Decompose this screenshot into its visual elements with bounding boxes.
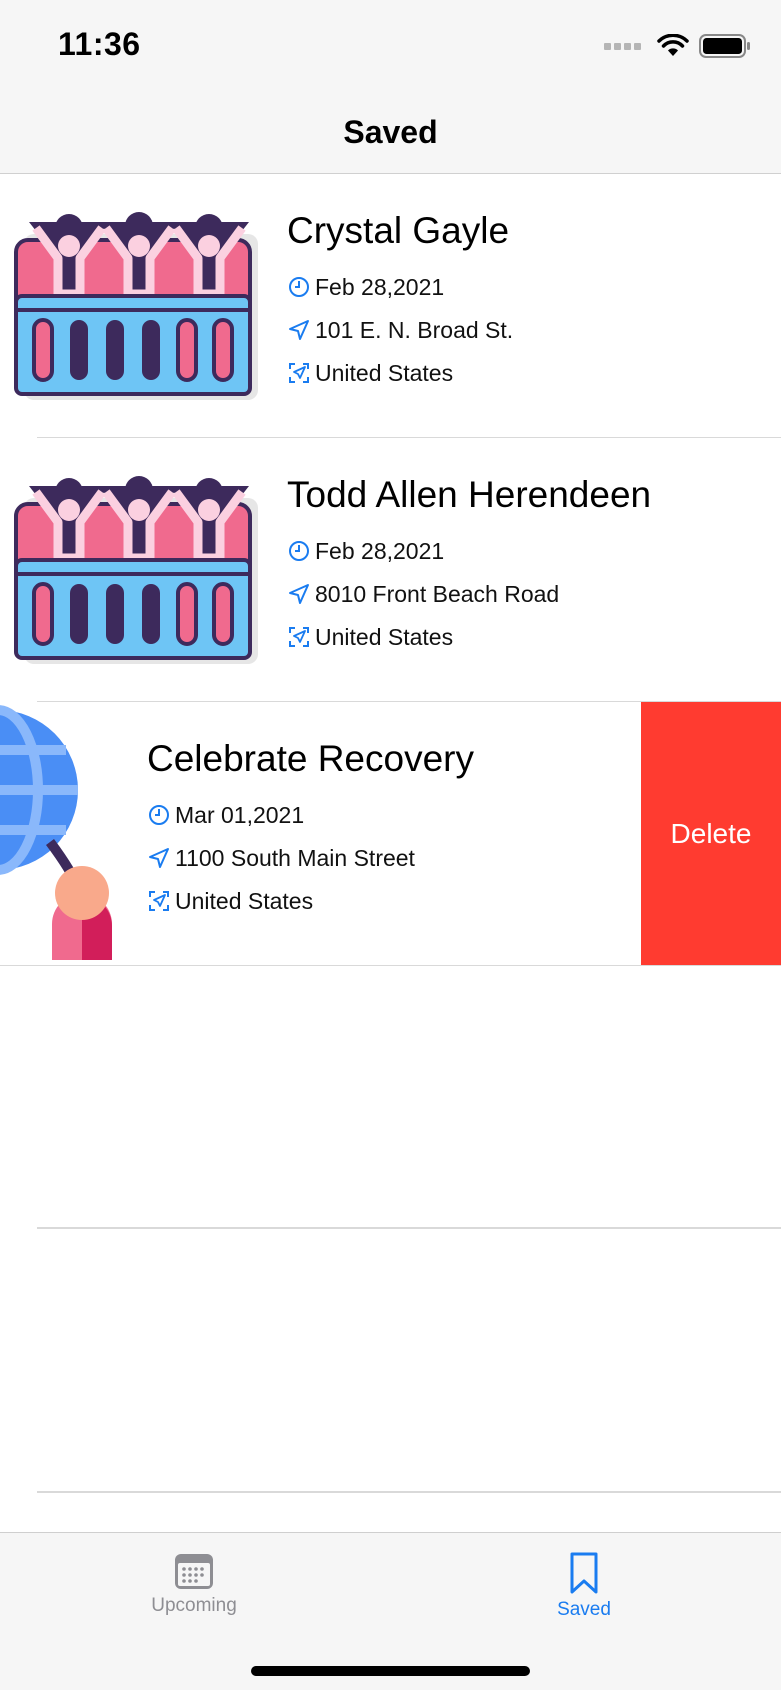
event-date: Mar 01,2021 (147, 802, 474, 828)
wifi-icon (657, 34, 689, 56)
status-time: 11:36 (58, 26, 141, 62)
map-location-icon (289, 627, 309, 647)
globe-person-icon (0, 705, 112, 960)
event-info: Celebrate Recovery Mar 01,2021 1100 Sout… (147, 738, 474, 914)
event-info: Crystal Gayle Feb 28,2021 101 E. N. Broa… (287, 210, 513, 386)
location-arrow-icon (149, 848, 169, 868)
event-date: Feb 28,2021 (287, 538, 651, 564)
tab-saved[interactable]: Saved (504, 1551, 664, 1621)
home-indicator[interactable] (251, 1666, 530, 1676)
row-divider (37, 1227, 781, 1229)
event-address-text: 8010 Front Beach Road (315, 580, 560, 607)
tab-upcoming[interactable]: Upcoming (114, 1551, 274, 1617)
event-date-text: Feb 28,2021 (315, 537, 445, 564)
tab-upcoming-label: Upcoming (151, 1595, 237, 1616)
location-arrow-icon (289, 584, 309, 604)
event-row[interactable]: Todd Allen Herendeen Feb 28,2021 8010 Fr… (0, 438, 781, 702)
location-arrow-icon (289, 320, 309, 340)
calendar-icon (175, 1554, 213, 1589)
swiped-row-content[interactable]: Celebrate Recovery Mar 01,2021 1100 Sout… (0, 702, 641, 966)
event-country: United States (147, 888, 474, 914)
event-country-text: United States (315, 623, 454, 650)
status-bar: 11:36 (0, 0, 781, 96)
event-row[interactable]: Celebrate Recovery Mar 01,2021 1100 Sout… (0, 702, 781, 966)
navigation-bar: Saved (0, 96, 781, 174)
event-country: United States (287, 360, 513, 386)
saved-events-list[interactable]: Crystal Gayle Feb 28,2021 101 E. N. Broa… (0, 174, 781, 1532)
event-country: United States (287, 624, 651, 650)
event-title: Crystal Gayle (287, 210, 510, 251)
map-location-icon (289, 363, 309, 383)
cellular-signal-icon (604, 42, 641, 50)
event-address: 1100 South Main Street (147, 845, 474, 871)
event-title: Todd Allen Herendeen (287, 474, 652, 515)
event-title: Celebrate Recovery (147, 738, 474, 779)
page-title: Saved (343, 114, 438, 150)
battery-icon (699, 34, 750, 58)
row-divider (37, 1491, 781, 1493)
clock-icon (289, 277, 309, 297)
event-address-text: 101 E. N. Broad St. (315, 316, 514, 343)
event-date: Feb 28,2021 (287, 274, 513, 300)
event-address-text: 1100 South Main Street (175, 844, 415, 871)
concert-crowd-icon (14, 212, 258, 400)
event-row[interactable]: Crystal Gayle Feb 28,2021 101 E. N. Broa… (0, 174, 781, 438)
event-info: Todd Allen Herendeen Feb 28,2021 8010 Fr… (287, 474, 651, 650)
clock-icon (149, 805, 169, 825)
status-indicators (604, 34, 751, 58)
event-country-text: United States (175, 887, 314, 914)
event-address: 8010 Front Beach Road (287, 581, 651, 607)
event-address: 101 E. N. Broad St. (287, 317, 513, 343)
event-country-text: United States (315, 359, 454, 386)
event-date-text: Mar 01,2021 (175, 801, 305, 828)
event-date-text: Feb 28,2021 (315, 273, 445, 300)
clock-icon (289, 541, 309, 561)
row-divider (0, 964, 781, 966)
bookmark-icon (570, 1552, 598, 1594)
tab-saved-label: Saved (557, 1599, 611, 1620)
map-location-icon (149, 891, 169, 911)
delete-button[interactable]: Delete (641, 702, 781, 965)
concert-crowd-icon (14, 476, 258, 664)
